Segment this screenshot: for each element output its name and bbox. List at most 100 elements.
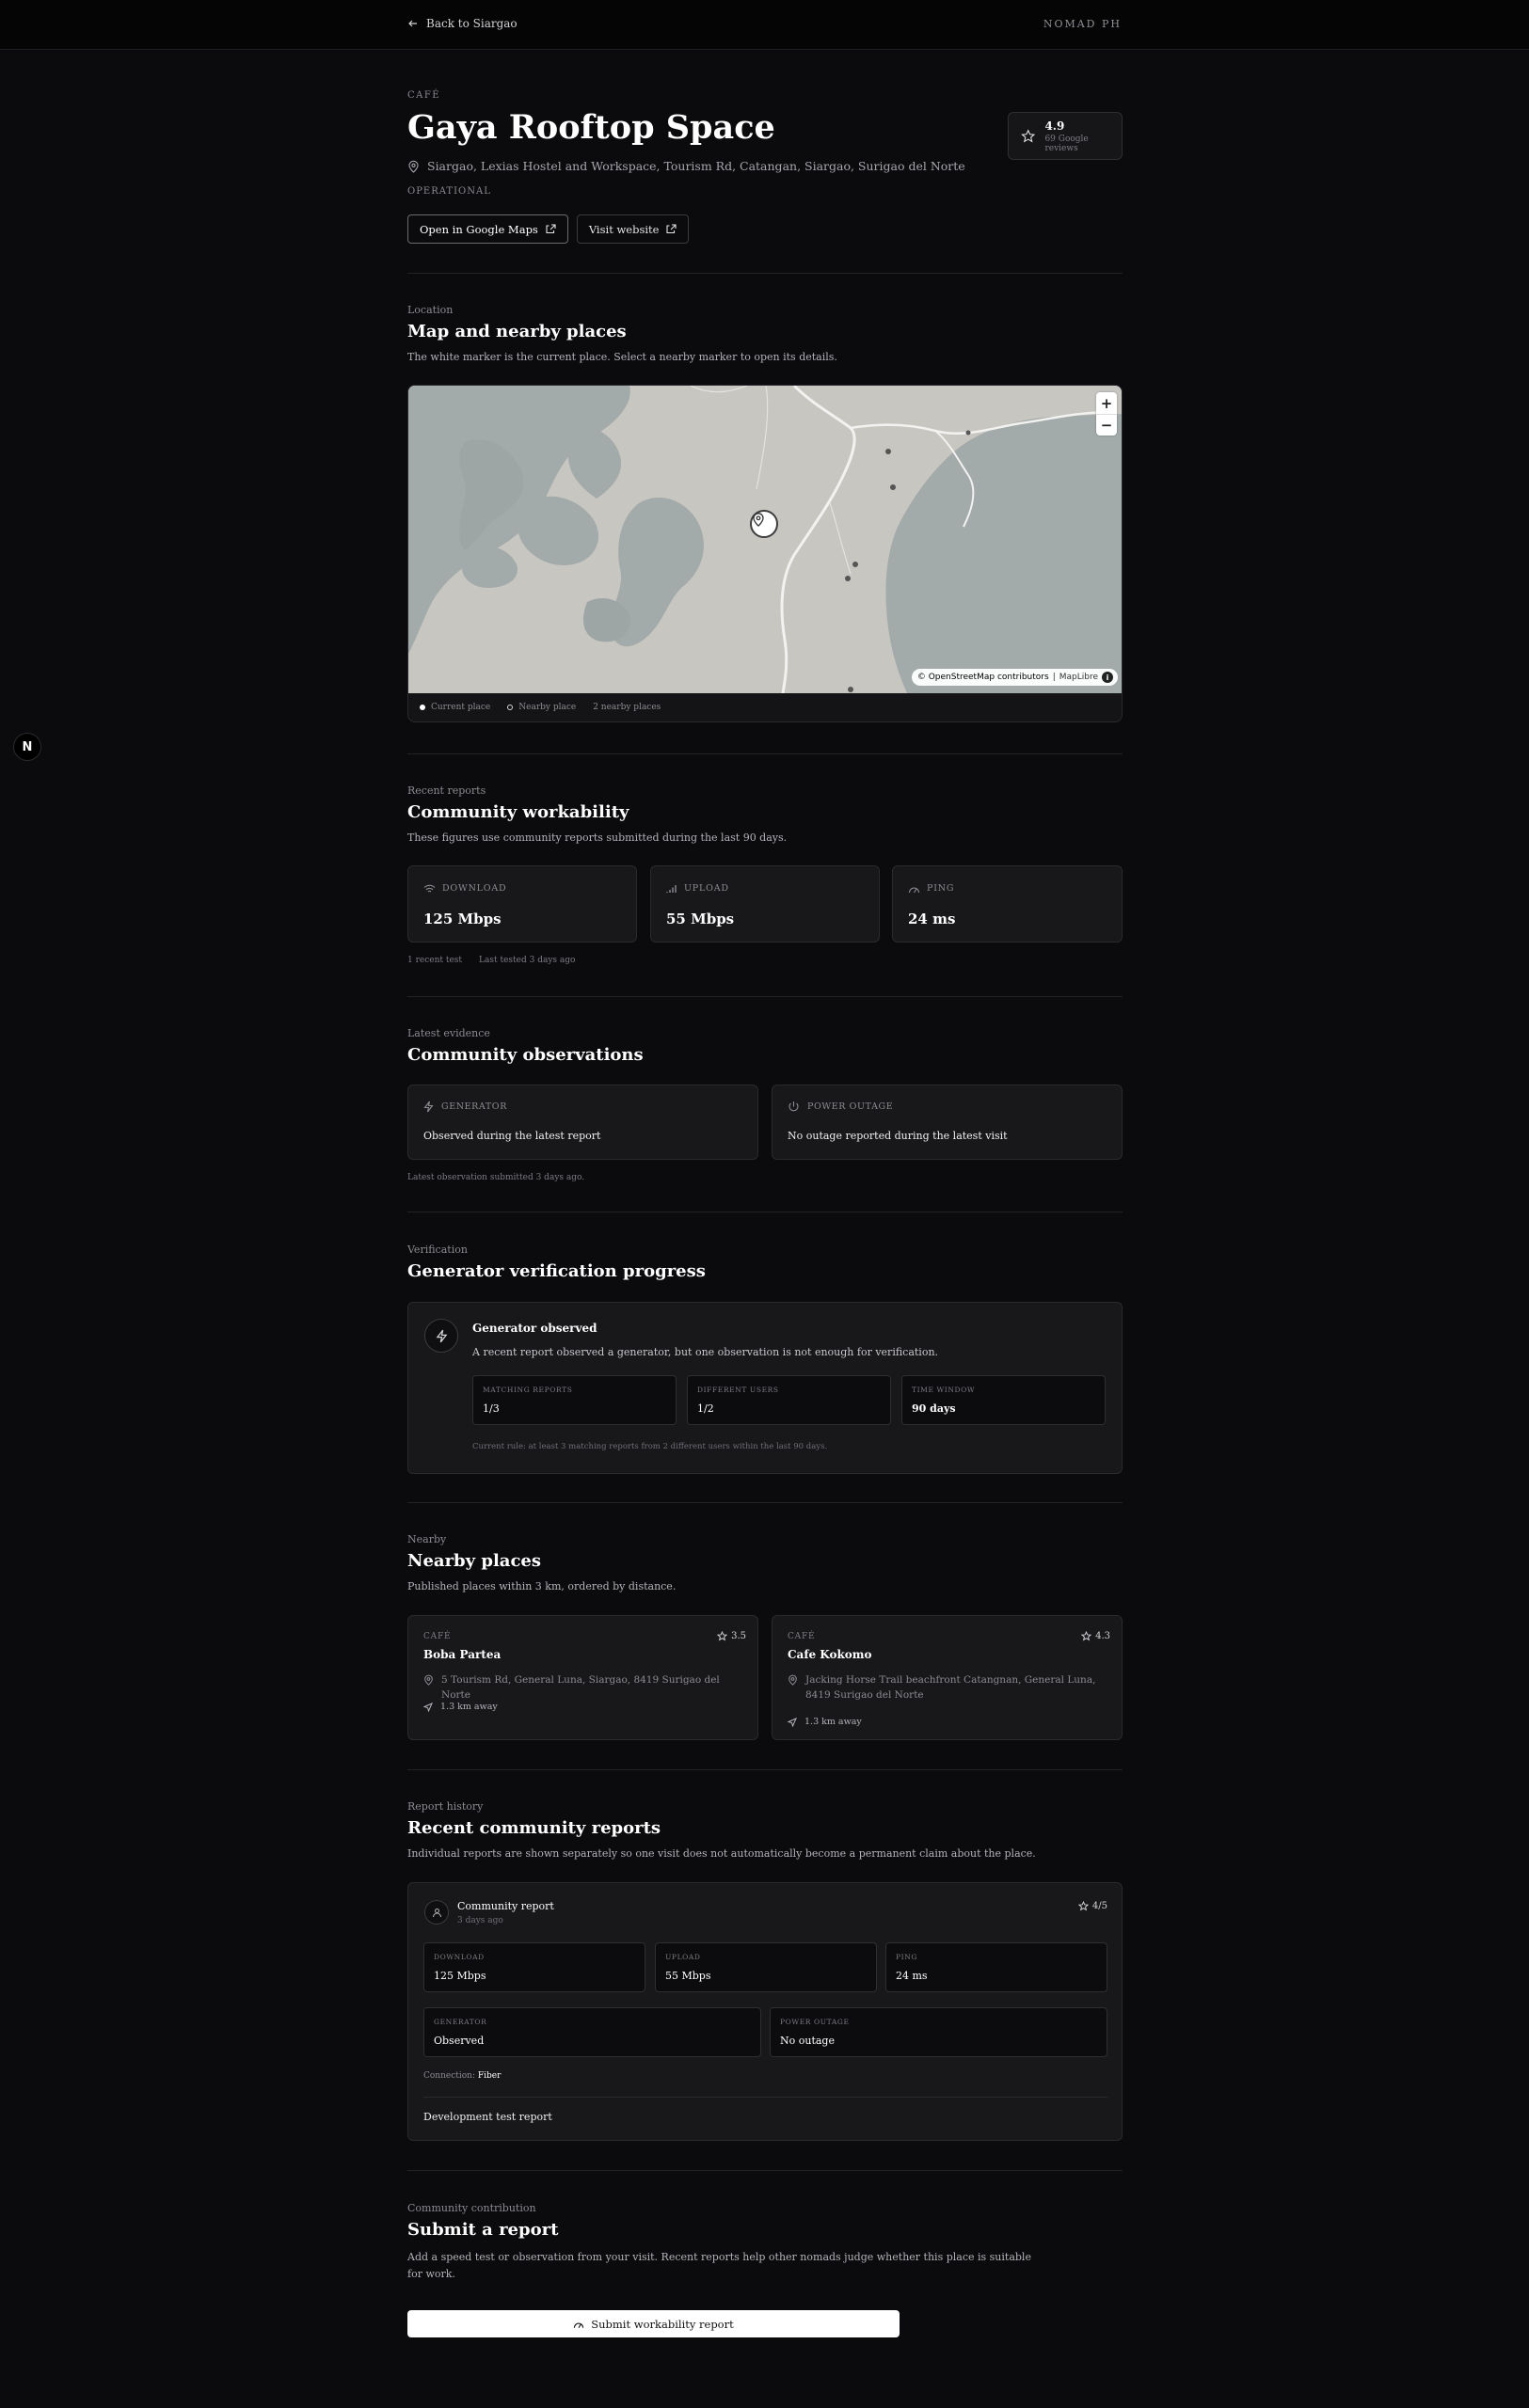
- zoom-in-button[interactable]: +: [1096, 392, 1117, 414]
- wifi-icon: [423, 884, 436, 892]
- metric-label-text: DOWNLOAD: [442, 883, 507, 894]
- nearby-name: Cafe Kokomo: [788, 1648, 872, 1661]
- nearby-place-card[interactable]: CAFÉ 4.3 Cafe Kokomo Jacking Horse Trail…: [772, 1615, 1123, 1740]
- verification-header: Verification Generator verification prog…: [407, 1244, 706, 1281]
- verification-title: Generator observed: [472, 1322, 597, 1335]
- stat-value: 1/2: [697, 1402, 714, 1415]
- legend-nearby-label: Nearby place: [518, 703, 577, 712]
- attribution-osm-link[interactable]: © OpenStreetMap contributors: [917, 673, 1049, 682]
- workability-footer: 1 recent test Last tested 3 days ago: [407, 956, 575, 965]
- stat-label: UPLOAD: [665, 1953, 701, 1961]
- generator-observation-card: GENERATOR Observed during the latest rep…: [407, 1085, 758, 1160]
- section-description: These figures use community reports subm…: [407, 832, 788, 844]
- info-icon[interactable]: i: [1102, 672, 1113, 683]
- section-kicker: Location: [407, 304, 454, 316]
- map-pin-icon: [424, 1674, 433, 1686]
- report-generator: GENERATOR Observed: [423, 2007, 761, 2057]
- star-icon: [1021, 128, 1036, 143]
- observation-value: No outage reported during the latest vis…: [788, 1130, 1008, 1142]
- observation-label: POWER OUTAGE: [788, 1101, 893, 1113]
- observation-value: Observed during the latest report: [423, 1130, 601, 1142]
- community-report-card: Community report 3 days ago 4/5 DOWNLOAD…: [407, 1882, 1123, 2141]
- lightning-icon: [436, 1329, 447, 1342]
- review-count: 69 Google reviews: [1044, 134, 1089, 153]
- divider: [407, 1769, 1123, 1770]
- power-icon: [788, 1101, 799, 1112]
- nearby-address: 5 Tourism Rd, General Luna, Siargao, 841…: [423, 1672, 743, 1703]
- section-kicker: Latest evidence: [407, 1027, 490, 1039]
- place-address-text: Siargao, Lexias Hostel and Workspace, To…: [427, 159, 965, 173]
- divider: [407, 1502, 1123, 1503]
- nearby-distance-text: 1.3 km away: [804, 1717, 862, 1727]
- power-outage-observation-card: POWER OUTAGE No outage reported during t…: [772, 1085, 1123, 1160]
- open-google-maps-button[interactable]: Open in Google Maps: [407, 214, 568, 244]
- place-address: Siargao, Lexias Hostel and Workspace, To…: [407, 159, 965, 173]
- avatar: [424, 1900, 449, 1925]
- description-line: Add a speed test or observation from you…: [407, 2251, 1031, 2263]
- divider: [407, 273, 1123, 274]
- different-users-stat: DIFFERENT USERS 1/2: [687, 1375, 891, 1425]
- white-dot-icon: [420, 704, 425, 710]
- last-tested: Last tested 3 days ago: [479, 956, 576, 965]
- nearby-name: Boba Partea: [423, 1648, 502, 1661]
- section-title: Submit a report: [407, 2220, 559, 2240]
- section-description: Add a speed test or observation from you…: [407, 2249, 1031, 2283]
- verification-description: A recent report observed a generator, bu…: [472, 1346, 939, 1358]
- metric-label: DOWNLOAD: [423, 883, 506, 894]
- section-description: The white marker is the current place. S…: [407, 351, 837, 363]
- visit-website-button[interactable]: Visit website: [576, 214, 690, 244]
- nearby-rating: 4.3: [1081, 1631, 1110, 1641]
- section-kicker: Recent reports: [407, 784, 486, 797]
- status-badge: OPERATIONAL: [407, 186, 491, 197]
- map-section-header: Location Map and nearby places The white…: [407, 304, 837, 363]
- current-place-marker[interactable]: [750, 510, 778, 538]
- stat-label: PING: [896, 1953, 917, 1961]
- divider: [407, 753, 1123, 754]
- stat-value: 125 Mbps: [434, 1970, 486, 1982]
- report-rating: 4/5: [1077, 1901, 1107, 1911]
- stat-label: GENERATOR: [434, 2018, 487, 2026]
- submit-report-button[interactable]: Submit workability report: [407, 2310, 900, 2337]
- section-description: Individual reports are shown separately …: [407, 1847, 1036, 1860]
- stat-value: 1/3: [483, 1402, 500, 1415]
- map-canvas[interactable]: + − © OpenStreetMap contributors | MapLi…: [408, 386, 1122, 693]
- arrow-left-icon: [408, 20, 417, 27]
- nearby-address: Jacking Horse Trail beachfront Catangnan…: [788, 1672, 1107, 1703]
- section-title: Community observations: [407, 1045, 644, 1065]
- star-icon: [1077, 1901, 1089, 1911]
- metric-value: 125 Mbps: [423, 911, 502, 927]
- place-category: CAFÉ: [407, 90, 441, 101]
- legend-current-label: Current place: [431, 703, 491, 712]
- upload-metric-card: UPLOAD 55 Mbps: [650, 865, 880, 943]
- section-kicker: Community contribution: [407, 2202, 536, 2214]
- stat-value: 90 days: [912, 1402, 956, 1415]
- back-link[interactable]: Back to Siargao: [407, 17, 518, 30]
- external-link-icon: [546, 224, 556, 234]
- nearby-place-card[interactable]: CAFÉ 3.5 Boba Partea 5 Tourism Rd, Gener…: [407, 1615, 758, 1740]
- dev-tools-badge[interactable]: N: [13, 733, 41, 761]
- nearby-category: CAFÉ: [423, 1632, 452, 1641]
- observation-label-text: POWER OUTAGE: [807, 1101, 894, 1112]
- action-buttons: Open in Google Maps Visit website: [407, 214, 690, 244]
- section-title: Community workability: [407, 802, 629, 822]
- back-link-label: Back to Siargao: [426, 17, 518, 30]
- report-note: Development test report: [423, 2097, 1107, 2123]
- download-metric-card: DOWNLOAD 125 Mbps: [407, 865, 637, 943]
- divider: [407, 2170, 1123, 2171]
- zoom-out-button[interactable]: −: [1096, 414, 1117, 436]
- verification-rule: Current rule: at least 3 matching report…: [472, 1442, 828, 1451]
- verification-icon-wrap: [424, 1319, 458, 1353]
- brand-logo[interactable]: NOMAD PH: [1043, 18, 1122, 30]
- section-title: Recent community reports: [407, 1818, 661, 1838]
- matching-reports-stat: MATCHING REPORTS 1/3: [472, 1375, 677, 1425]
- nearby-distance: 1.3 km away: [423, 1702, 498, 1712]
- page-title: Gaya Rooftop Space: [407, 108, 775, 147]
- attribution-maplibre-link[interactable]: MapLibre: [1059, 673, 1098, 682]
- map-pin-icon: [788, 1674, 797, 1686]
- workability-header: Recent reports Community workability The…: [407, 784, 787, 844]
- section-title: Map and nearby places: [407, 322, 627, 341]
- nearby-address-text: 5 Tourism Rd, General Luna, Siargao, 841…: [441, 1674, 720, 1701]
- navigation-arrow-icon: [423, 1702, 433, 1712]
- report-time: 3 days ago: [457, 1916, 503, 1925]
- section-kicker: Verification: [407, 1244, 468, 1256]
